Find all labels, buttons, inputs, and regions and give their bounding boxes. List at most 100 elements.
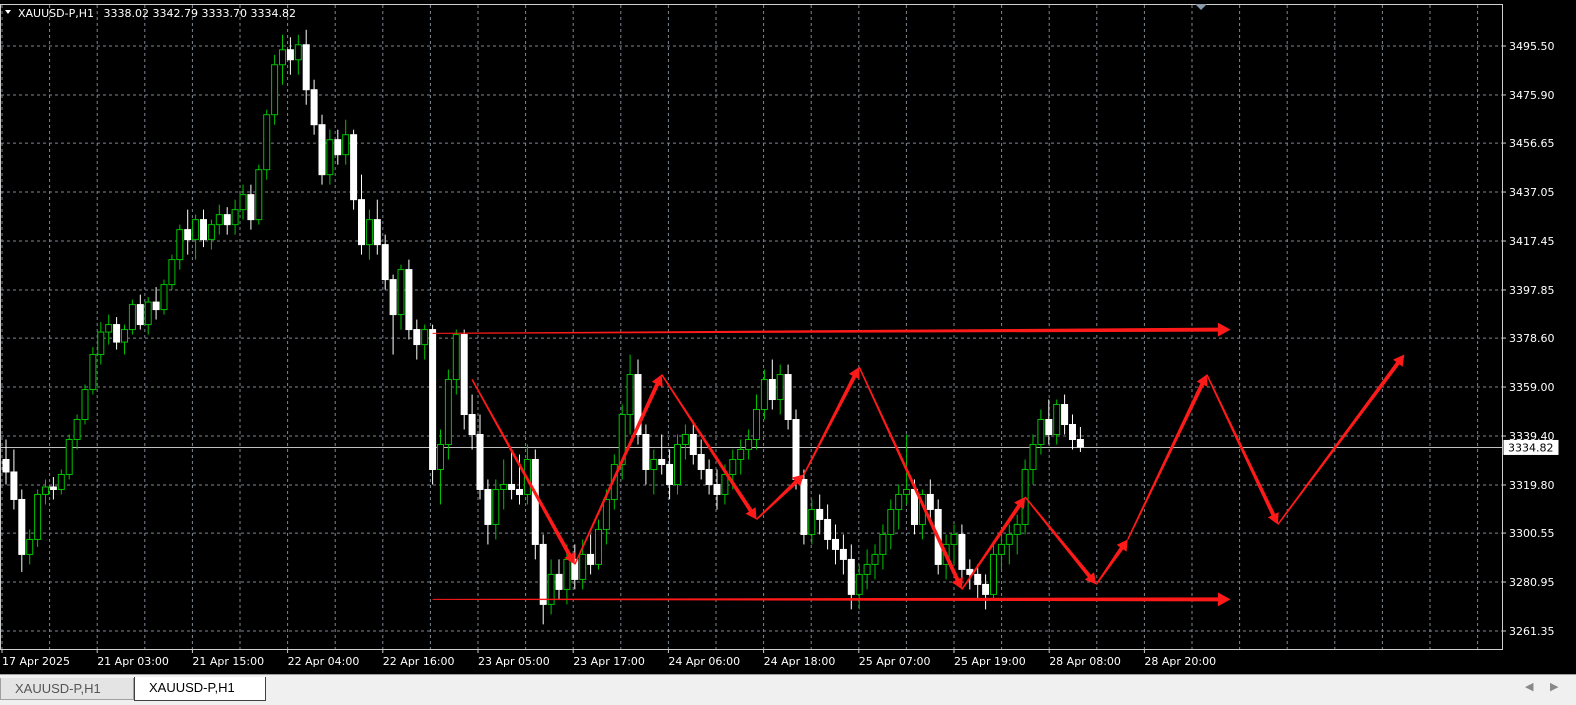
candle-86 [681,424,689,460]
dropdown-triangle-icon[interactable] [5,10,11,14]
candle-69 [547,559,555,615]
candle-58 [460,329,468,430]
candle-8 [65,434,73,480]
y-tick-label-5: 3397.85 [1509,284,1555,297]
candle-33 [263,109,271,180]
candle-83 [658,434,666,475]
price-chart[interactable]: 3495.50 3475.90 3456.65 3437.05 3417.45 3397.… [0,0,1576,674]
candle-1 [10,449,18,510]
y-tick-label-11: 3280.95 [1509,576,1555,589]
chart-tab-bar: XAUUSD-P,H1 XAUUSD-P,H1 ◀ ▶ [0,674,1576,705]
candle-29 [231,199,239,235]
candle-124 [982,574,990,610]
candle-84 [666,449,674,500]
candle-55 [437,429,444,505]
candle-106 [839,534,847,575]
x-tick-label-7: 24 Apr 06:00 [668,655,740,668]
candle-35 [279,34,286,85]
y-tick-label-1: 3475.90 [1509,89,1555,102]
projection-arrow-1 [1277,354,1405,525]
zigzag-arrow-7 [1024,496,1097,585]
svg-text:XAUUSD-P,H1 3338.02 33: XAUUSD-P,H1 3338.02 3342.79 3333.70 3334… [18,7,296,20]
tab-xauusd-h1-first[interactable]: XAUUSD-P,H1 [0,678,134,700]
candle-104 [824,504,832,550]
candle-102 [808,499,816,545]
candle-109 [863,549,871,590]
x-tick-label-3: 22 Apr 04:00 [288,655,360,668]
candle-34 [271,54,279,125]
candle-90 [713,469,721,510]
shift-marker-icon[interactable] [1195,4,1207,10]
chart-window[interactable]: 3495.50 3475.90 3456.65 3437.05 3417.45 3397.… [0,0,1576,674]
y-tick-label-7: 3359.00 [1509,381,1555,394]
zigzag-arrow-9 [1127,374,1208,540]
candle-27 [215,204,223,235]
candle-62 [492,479,500,540]
y-tick-label-4: 3417.45 [1509,235,1555,248]
candle-40 [318,114,326,185]
candle-112 [887,499,895,550]
candle-43 [342,119,350,165]
candle-95 [753,394,760,450]
y-tick-label-0: 3495.50 [1509,40,1555,53]
candle-23 [184,209,192,255]
plot-border [0,4,1503,650]
candle-26 [207,219,215,250]
candle-79 [626,354,634,435]
y-tick-label-6: 3378.60 [1509,332,1555,345]
candle-14 [113,317,121,350]
candle-20 [160,279,168,315]
candle-128 [1013,514,1021,555]
time-axis: 17 Apr 2025 21 Apr 03:00 21 Apr 15:00 22 Ap… [1,649,1216,668]
candle-88 [697,439,705,480]
candle-37 [294,34,302,75]
candle-18 [144,297,152,335]
scroll-right-icon[interactable]: ▶ [1550,680,1558,693]
x-tick-label-0: 17 Apr 2025 [2,655,70,668]
candle-41 [326,129,334,185]
candle-7 [57,469,65,495]
x-tick-label-11: 28 Apr 08:00 [1049,655,1121,668]
candle-61 [484,479,492,545]
candle-46 [365,209,373,260]
candle-111 [879,524,887,570]
scroll-left-icon[interactable]: ◀ [1525,680,1533,693]
candle-15 [121,324,128,355]
candle-132 [1045,399,1053,445]
x-tick-label-4: 22 Apr 16:00 [383,655,455,668]
candle-21 [168,254,176,290]
candle-36 [286,37,294,75]
zigzag-arrow-8 [1095,539,1128,585]
candle-59 [468,394,476,450]
y-tick-label-10: 3300.55 [1509,527,1555,540]
candle-81 [642,424,650,485]
candle-39 [310,79,318,135]
candle-125 [990,544,997,600]
candle-12 [97,322,105,365]
candle-113 [895,484,903,530]
candle-31 [247,184,255,230]
candle-11 [89,347,97,395]
candle-3 [26,529,34,565]
tab-xauusd-h1-active[interactable]: XAUUSD-P,H1 [134,677,266,701]
y-tick-label-12: 3261.35 [1509,625,1555,638]
candle-6 [49,476,57,500]
candle-74 [587,534,595,575]
y-tick-label-2: 3456.65 [1509,137,1555,150]
candle-9 [73,414,81,450]
candle-24 [192,214,200,260]
x-tick-label-5: 23 Apr 05:00 [478,655,550,668]
candle-105 [832,524,839,565]
zigzag-arrow-0 [471,379,575,565]
chart-header: XAUUSD-P,H1 3338.02 3342.79 3333.70 3334… [5,7,296,20]
current-price-label: 3334.82 [1508,441,1554,454]
x-tick-label-12: 28 Apr 20:00 [1144,655,1216,668]
y-tick-label-3: 3437.05 [1509,186,1555,199]
candle-96 [760,369,768,420]
candle-47 [373,199,381,255]
candle-0 [2,439,10,485]
header-symbol: XAUUSD-P,H1 [18,7,94,20]
candle-51 [405,259,413,340]
candle-136 [1076,427,1084,452]
candle-75 [595,519,602,570]
